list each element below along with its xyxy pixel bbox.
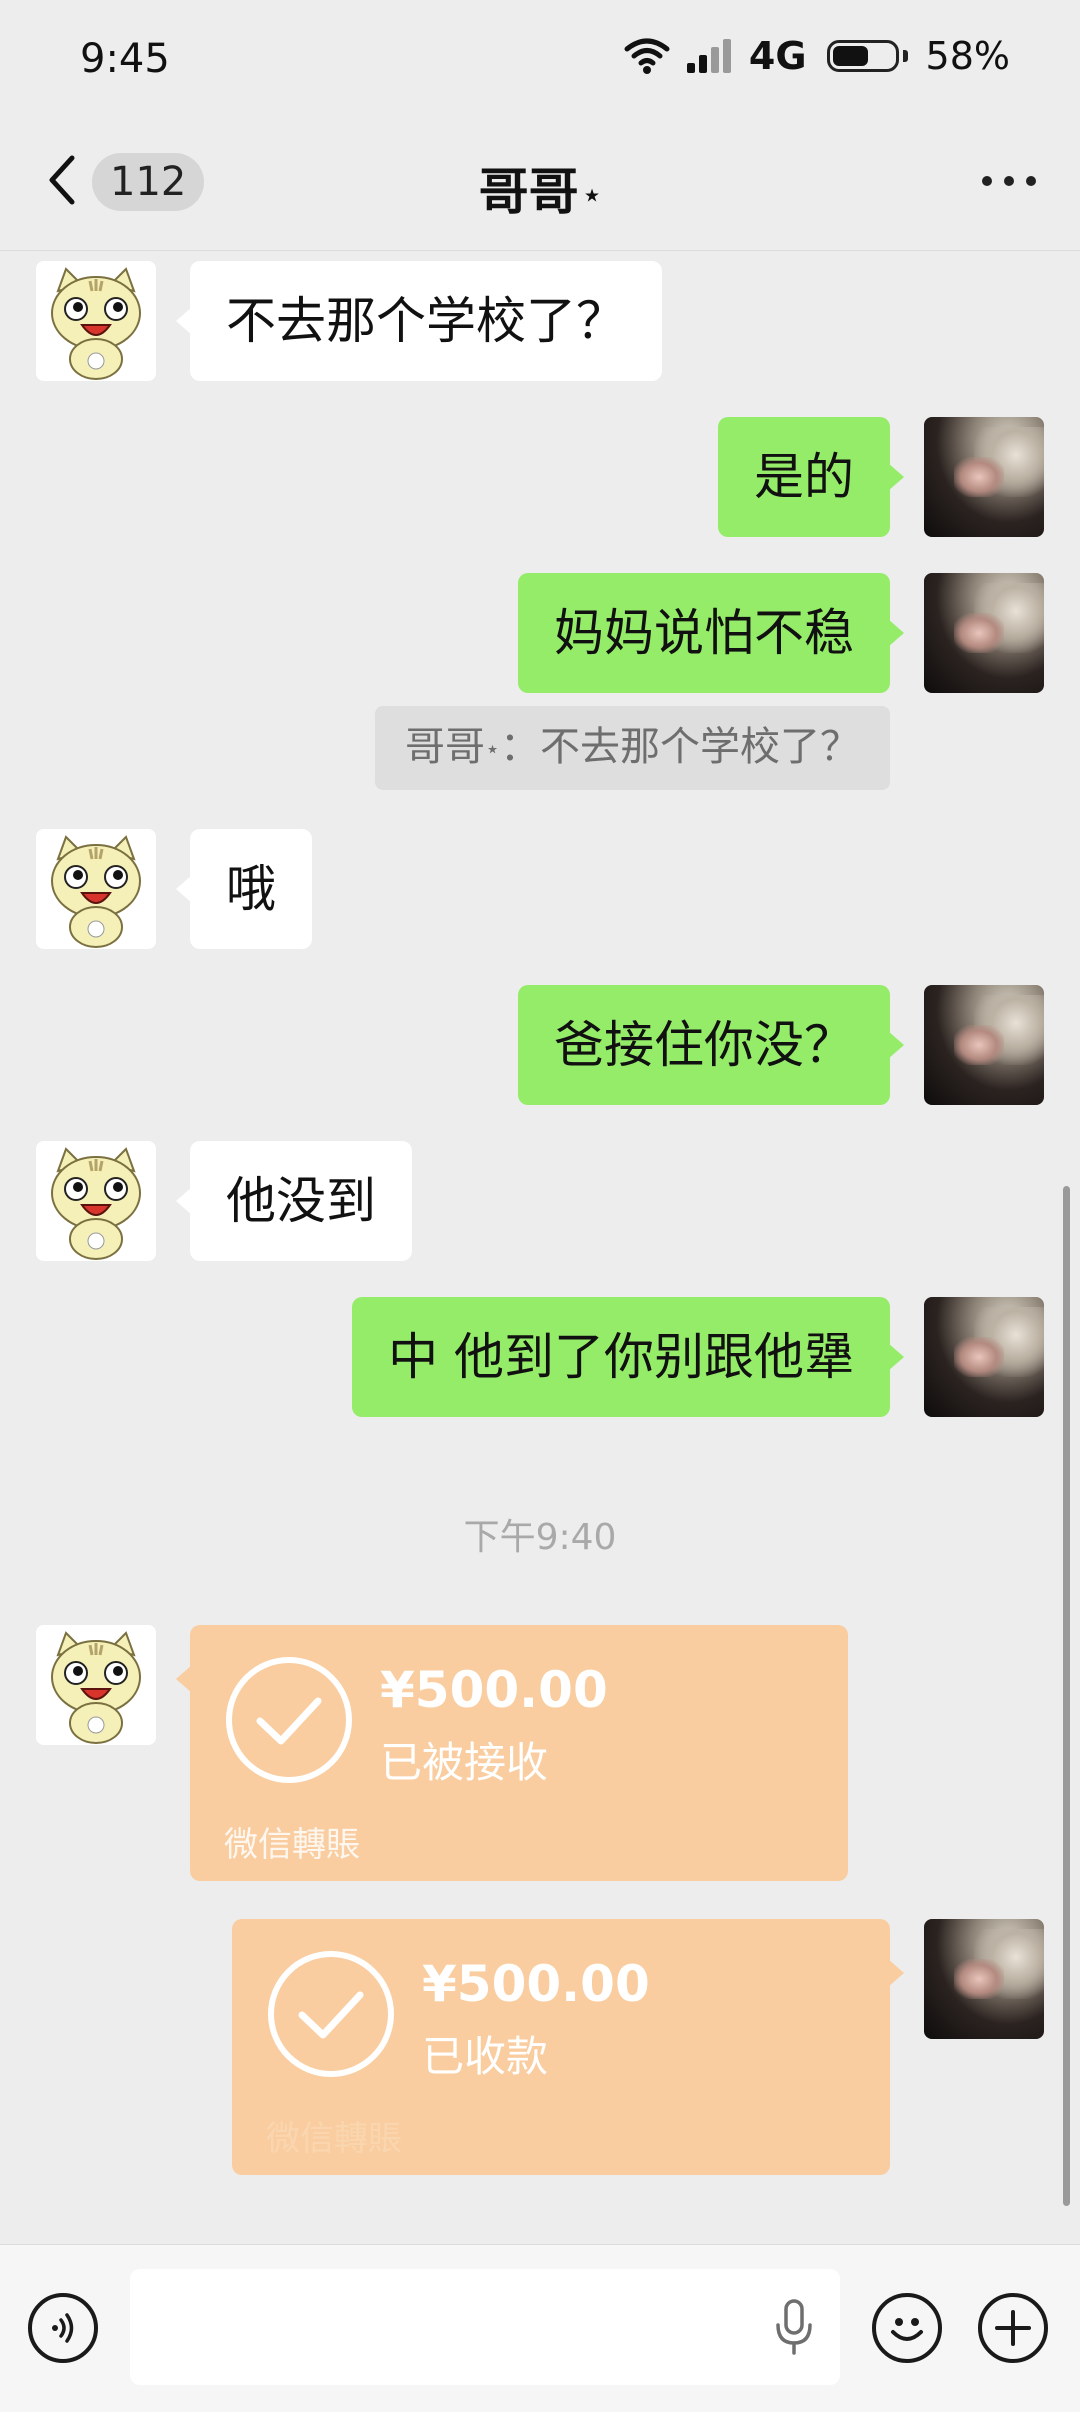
chat-input-bar (0, 2244, 1080, 2412)
voice-icon (52, 2313, 74, 2343)
status-time: 9:45 (80, 36, 170, 82)
transfer-status: 已收款 (422, 2032, 549, 2081)
message-bubble-sent[interactable]: 爸接住你没？ (518, 985, 904, 1105)
chat-header: 112 哥哥 ⋆ (0, 120, 1080, 251)
mic-icon[interactable] (774, 2299, 814, 2355)
contact-name-mark: ⋆ (582, 178, 602, 213)
message-bubble-sent[interactable]: 中 他到了你别跟他犟 (352, 1297, 904, 1417)
avatar-photo-detail (954, 613, 1004, 653)
avatar-photo-detail (954, 457, 1004, 497)
transfer-card-sent[interactable]: ¥500.00 已收款 微信轉賬 (232, 1919, 904, 2175)
cat-avatar-icon (36, 261, 156, 381)
cat-avatar-icon (36, 829, 156, 949)
message-bubble-received[interactable]: 他没到 (176, 1141, 412, 1261)
quote-sender-mark: ⋆ (484, 735, 500, 763)
battery-level (832, 46, 868, 66)
status-indicators: 4G 58% (623, 34, 1010, 78)
transfer-status: 已被接收 (380, 1738, 549, 1787)
avatar-photo-detail (954, 1959, 1004, 1999)
message-input[interactable] (130, 2269, 840, 2385)
user-avatar[interactable] (924, 417, 1044, 537)
user-avatar[interactable] (924, 573, 1044, 693)
battery-tip (902, 50, 908, 62)
more-options-button[interactable] (982, 176, 1036, 186)
avatar-photo-detail (954, 1025, 1004, 1065)
contact-avatar[interactable] (36, 1141, 156, 1261)
check-circle-icon (226, 1657, 352, 1783)
quoted-message[interactable]: 哥哥⋆：不去那个学校了？ (374, 706, 890, 790)
avatar-photo-detail (954, 1337, 1004, 1377)
more-dot (982, 176, 992, 186)
message-bubble-received[interactable]: 不去那个学校了？ (176, 261, 662, 381)
contact-avatar[interactable] (36, 261, 156, 381)
user-avatar[interactable] (924, 1297, 1044, 1417)
battery-percent: 58% (925, 34, 1010, 78)
more-dot (1026, 176, 1036, 186)
plus-icon (995, 2310, 1031, 2346)
more-functions-button[interactable] (978, 2293, 1048, 2363)
cat-avatar-icon (36, 1625, 156, 1745)
user-avatar[interactable] (924, 985, 1044, 1105)
voice-toggle-button[interactable] (28, 2293, 98, 2363)
check-circle-icon (268, 1951, 394, 2077)
message-bubble-sent[interactable]: 是的 (718, 417, 904, 537)
cat-avatar-icon (36, 1141, 156, 1261)
user-avatar[interactable] (924, 1919, 1044, 2039)
contact-avatar[interactable] (36, 829, 156, 949)
cellular-signal-icon (685, 37, 735, 75)
emoji-icon (891, 2318, 923, 2341)
contact-name: 哥哥 (478, 163, 579, 221)
network-type: 4G (748, 34, 807, 78)
message-bubble-sent[interactable]: 妈妈说怕不稳 (518, 573, 904, 693)
transfer-amount: ¥500.00 (380, 1661, 608, 1719)
chat-title: 哥哥 ⋆ (0, 152, 1080, 224)
contact-avatar[interactable] (36, 1625, 156, 1745)
battery-icon (826, 40, 899, 72)
message-timestamp: 下午9:40 (463, 1517, 617, 1558)
quote-sender: 哥哥 (404, 724, 485, 770)
emoji-button[interactable] (872, 2293, 942, 2363)
message-list-scrollbar[interactable] (1063, 1186, 1070, 2206)
transfer-card-received[interactable]: ¥500.00 已被接收 微信轉賬 (176, 1625, 848, 1881)
transfer-source-label: 微信轉賬 (224, 1825, 360, 1865)
wifi-icon (623, 37, 671, 75)
quote-text: ：不去那个学校了？ (500, 724, 860, 770)
transfer-amount: ¥500.00 (422, 1955, 650, 2013)
transfer-source-label: 微信轉賬 (266, 2119, 402, 2159)
chat-screen: 9:45 4G 58% 112 哥哥 ⋆ 不去那个学校了？ 是的 妈妈说怕不稳 … (0, 0, 1080, 2412)
more-dot (1004, 176, 1014, 186)
status-bar: 9:45 4G 58% (0, 0, 1080, 120)
message-bubble-received[interactable]: 哦 (176, 829, 312, 949)
